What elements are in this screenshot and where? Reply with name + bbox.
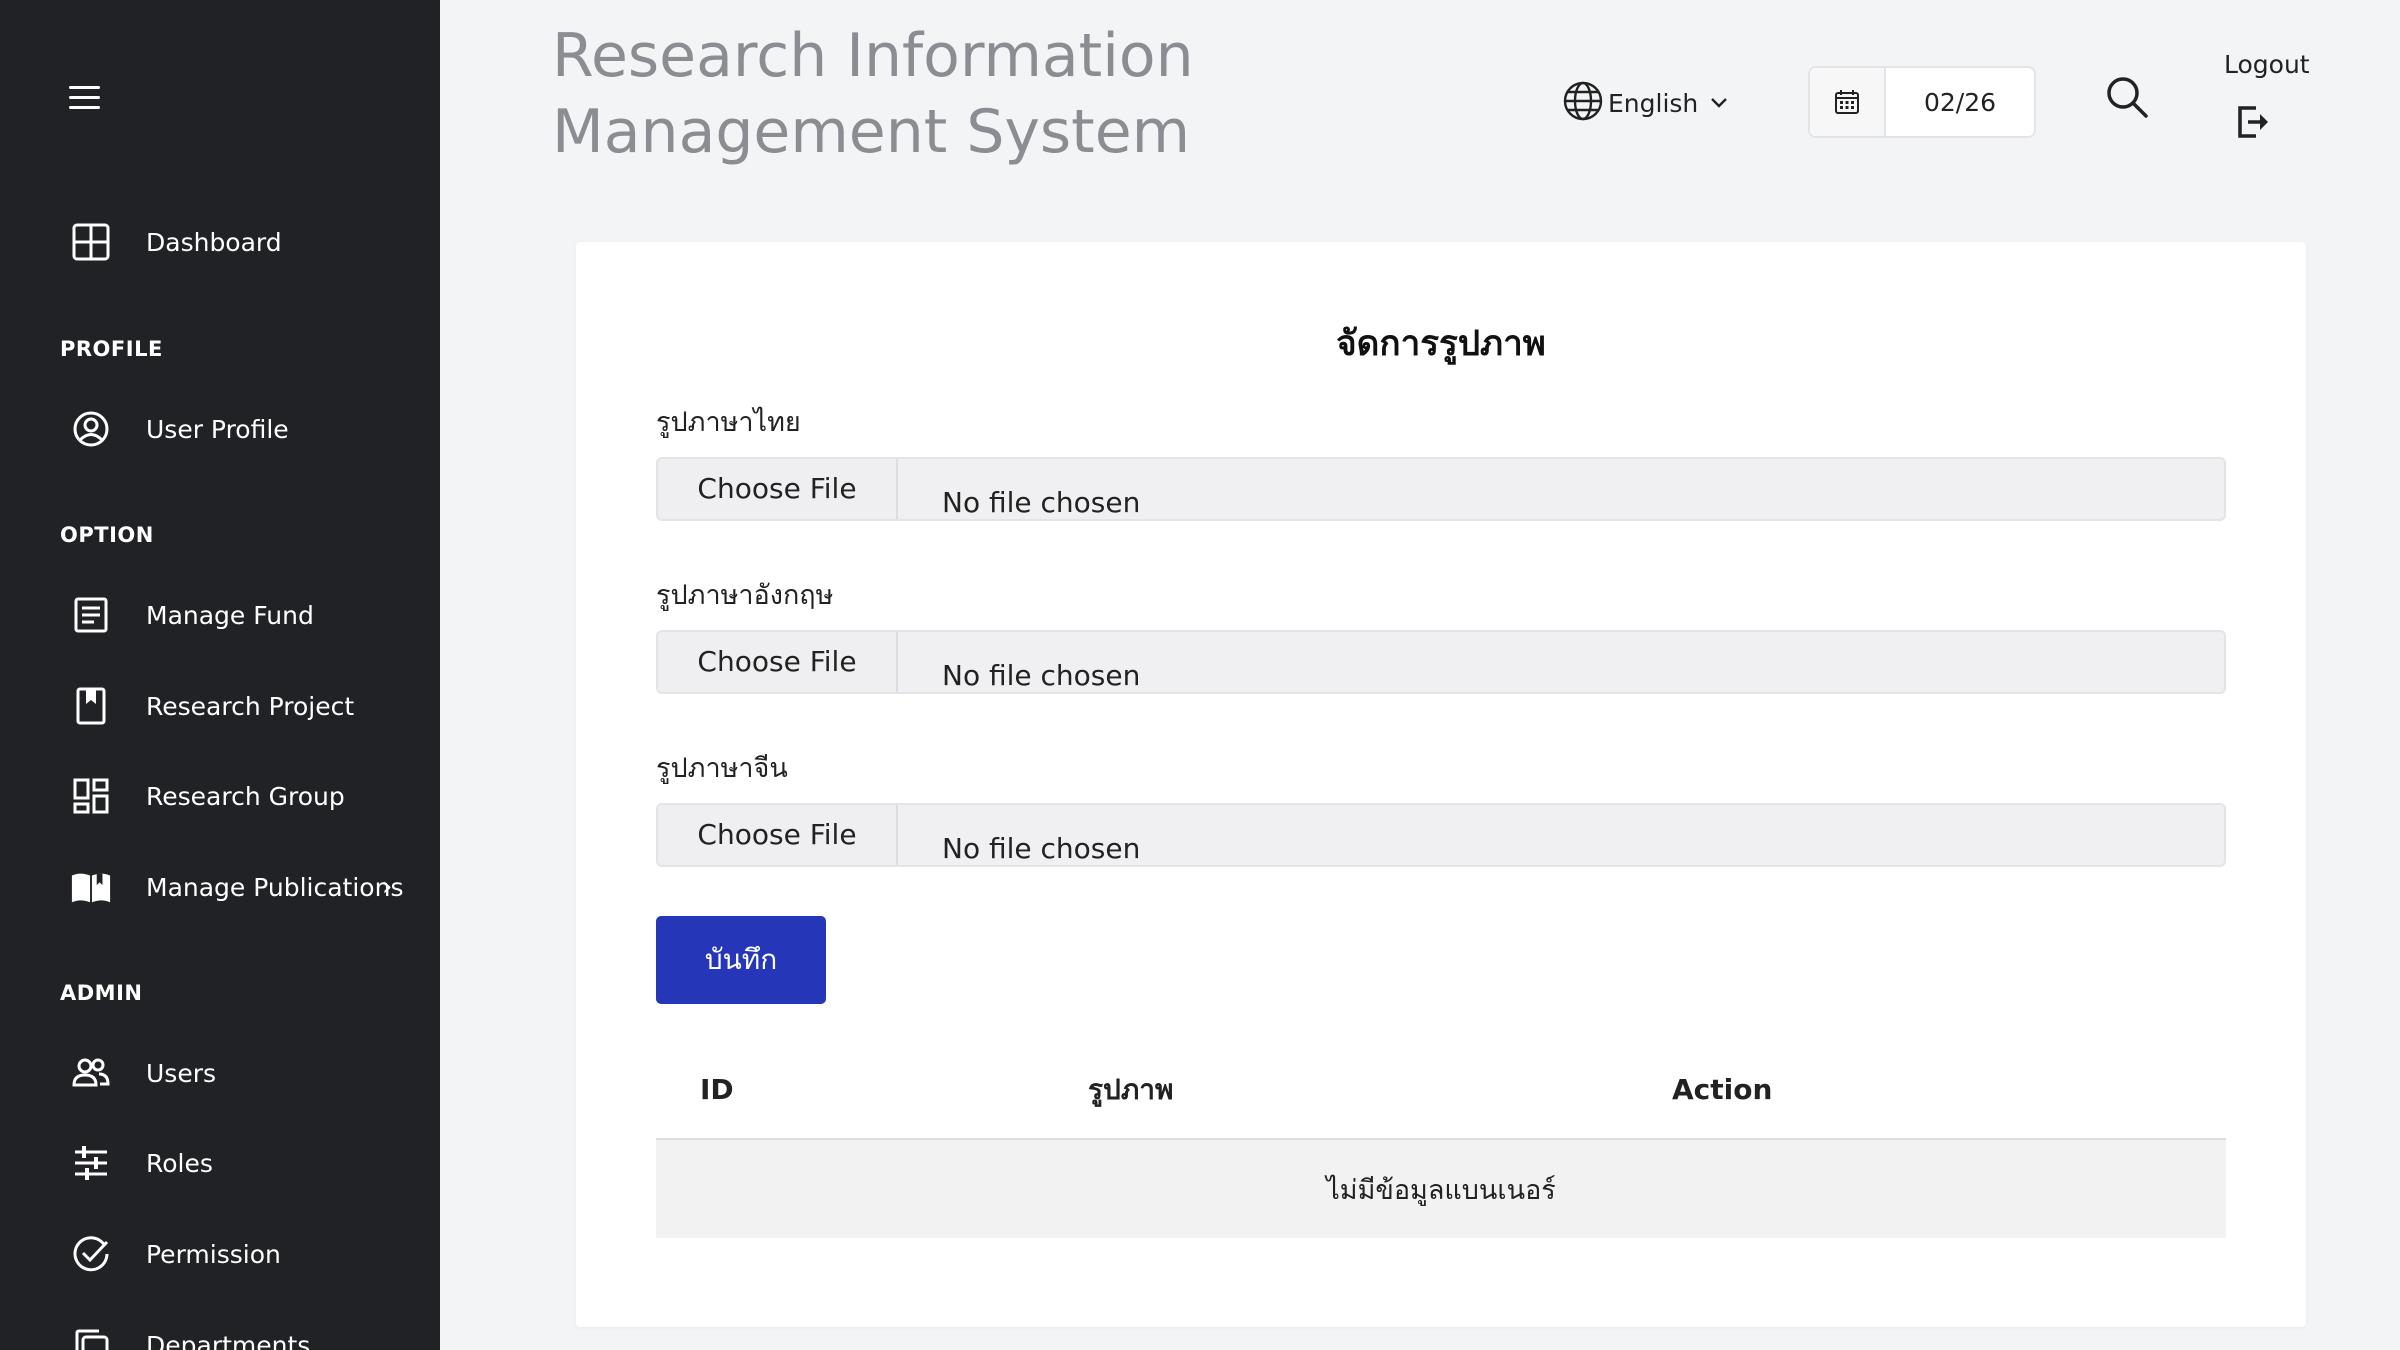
search-icon[interactable] [2104,74,2150,120]
empty-table-message: ไม่มีข้อมูลแบนเนอร์ [656,1140,2226,1238]
sidebar-item-departments[interactable]: Departments [0,1310,440,1350]
sidebar-item-label: Research Project [146,691,355,721]
sidebar-item-research-group[interactable]: Research Group [0,761,440,831]
users-icon [70,1052,112,1094]
image-management-card: จัดการรูปภาพ รูปภาษาไทย Choose File No f… [576,242,2306,1327]
book-open-icon [70,866,112,908]
globe-icon [1562,80,1604,126]
calendar-icon[interactable] [1810,68,1886,136]
sidebar-item-roles[interactable]: Roles [0,1128,440,1198]
table-header: ID รูปภาพ Action [656,1040,2226,1140]
logout-label: Logout [2224,50,2310,79]
section-title-option: OPTION [60,523,154,547]
sidebar-item-label: Users [146,1058,217,1088]
sidebar-item-label: Roles [146,1148,213,1178]
choose-file-button[interactable]: Choose File [658,459,898,519]
sidebar-item-manage-publications[interactable]: Manage Publications › [0,852,440,922]
section-title-profile: PROFILE [60,337,163,361]
section-title-admin: ADMIN [60,981,143,1005]
menu-icon[interactable] [66,82,106,114]
sidebar-item-label: Permission [146,1239,281,1269]
column-header-action: Action [1672,1073,1773,1106]
save-button[interactable]: บันทึก [656,916,826,1004]
column-header-image: รูปภาพ [1088,1073,1174,1106]
column-header-id: ID [700,1073,734,1106]
chevron-down-icon [1710,94,1728,113]
date-picker[interactable]: 02/26 [1808,66,2036,138]
grid-icon [70,775,112,817]
sidebar-item-label: Manage Fund [146,600,314,630]
dashboard-icon [70,221,112,263]
copy-icon [70,1324,112,1350]
banner-table: ID รูปภาพ Action ไม่มีข้อมูลแบนเนอร์ [656,1040,2226,1238]
sidebar-item-label: User Profile [146,414,289,444]
field-label-english-image: รูปภาษาอังกฤษ [656,580,834,611]
file-status: No file chosen [942,486,1141,519]
language-label: English [1608,88,1699,118]
check-circle-icon [70,1233,112,1275]
field-label-chinese-image: รูปภาษาจีน [656,753,788,784]
file-input-thai-image[interactable]: Choose File No file chosen [656,457,2226,521]
sidebar-item-label: Dashboard [146,227,282,257]
logout-icon [2236,102,2272,146]
sidebar: Dashboard PROFILE User Profile OPTION Ma… [0,0,440,1350]
logout-button[interactable]: Logout [2224,50,2324,150]
language-selector[interactable]: English [1562,80,1728,126]
sliders-icon [70,1142,112,1184]
sidebar-item-label: Departments [146,1330,311,1350]
field-label-thai-image: รูปภาษาไทย [656,407,801,438]
sidebar-item-label: Manage Publications [146,872,404,902]
chevron-right-icon: › [382,872,393,902]
user-circle-icon [70,408,112,450]
file-input-chinese-image[interactable]: Choose File No file chosen [656,803,2226,867]
document-icon [70,594,112,636]
sidebar-item-user-profile[interactable]: User Profile [0,394,440,464]
card-title: จัดการรูปภาพ [1336,324,1546,364]
file-status: No file chosen [942,659,1141,692]
date-input[interactable]: 02/26 [1886,68,2034,136]
file-input-english-image[interactable]: Choose File No file chosen [656,630,2226,694]
sidebar-item-users[interactable]: Users [0,1038,440,1108]
sidebar-item-permission[interactable]: Permission [0,1219,440,1289]
sidebar-item-manage-fund[interactable]: Manage Fund [0,580,440,650]
sidebar-item-research-project[interactable]: Research Project [0,671,440,741]
file-status: No file chosen [942,832,1141,865]
choose-file-button[interactable]: Choose File [658,632,898,692]
choose-file-button[interactable]: Choose File [658,805,898,865]
sidebar-item-dashboard[interactable]: Dashboard [0,207,440,277]
bookmark-icon [70,685,112,727]
sidebar-item-label: Research Group [146,781,345,811]
page-title: Research Information Management System [552,21,1194,167]
